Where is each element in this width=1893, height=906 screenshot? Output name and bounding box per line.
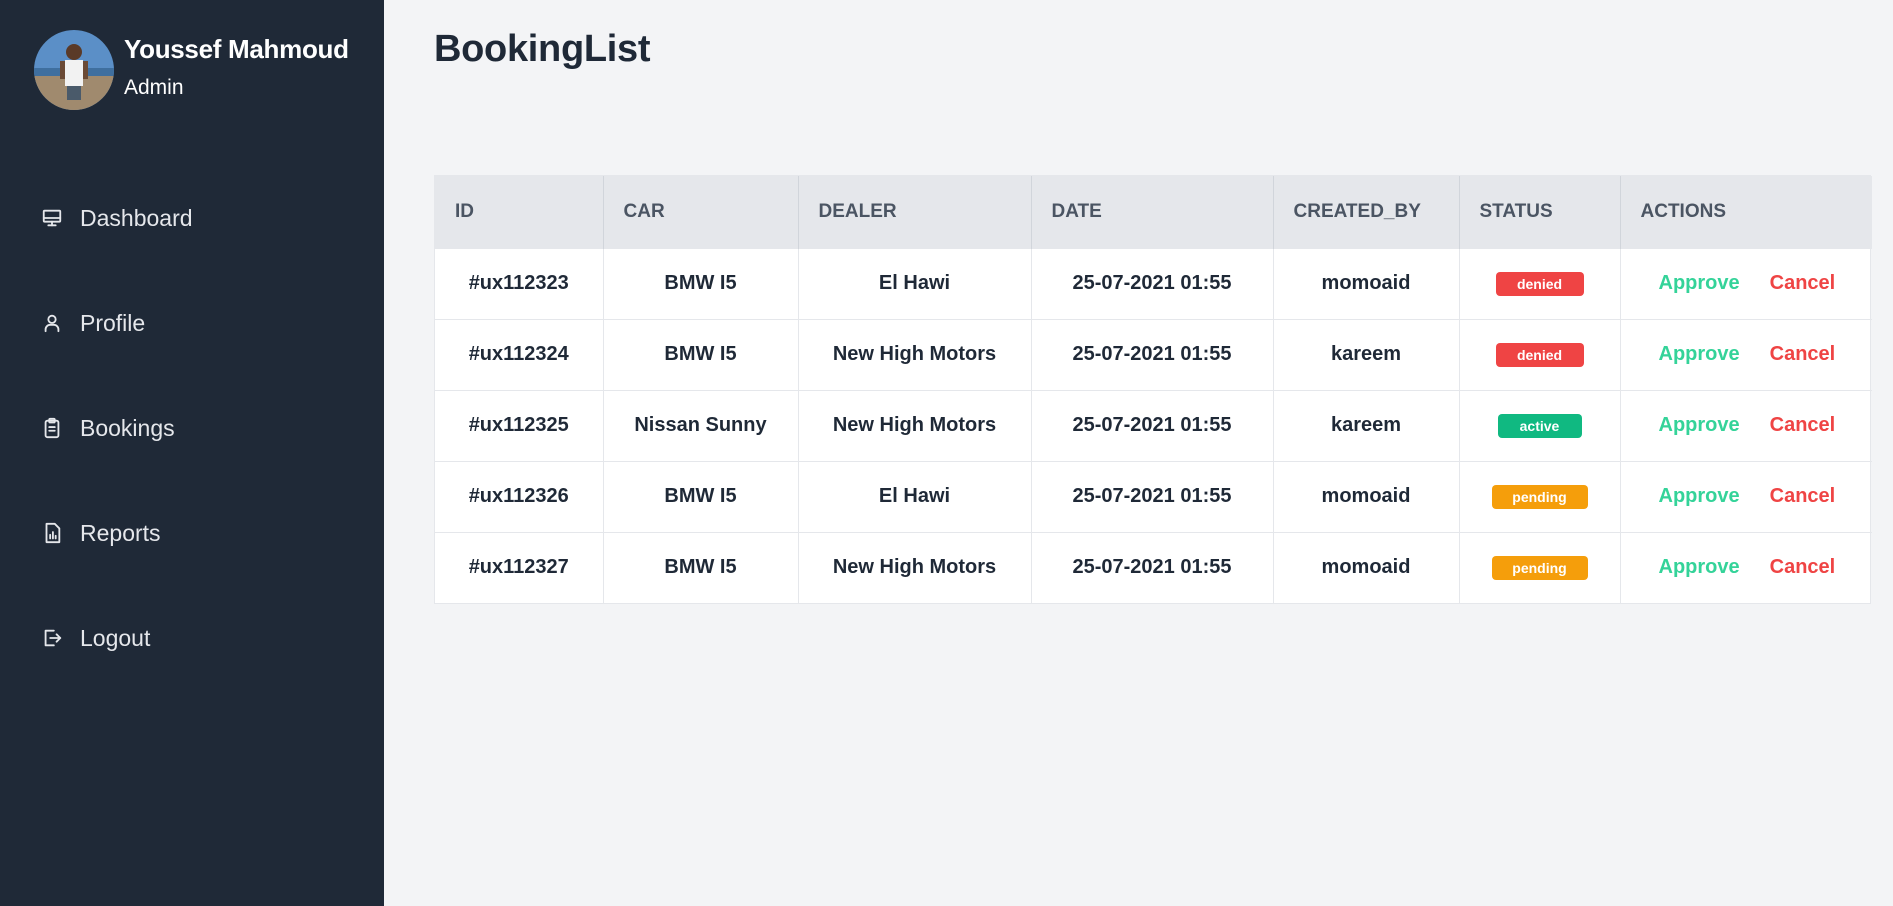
table-row: #ux112324 BMW I5 New High Motors 25-07-2… — [435, 319, 1872, 390]
cancel-button[interactable]: Cancel — [1770, 485, 1836, 507]
cell-car: BMW I5 — [603, 532, 799, 603]
cell-actions: Approve Cancel — [1620, 248, 1872, 319]
cell-created-by: momoaid — [1273, 248, 1460, 319]
sidebar-item-bookings[interactable]: Bookings — [40, 403, 360, 453]
user-role: Admin — [124, 76, 184, 99]
column-header-car[interactable]: CAR — [603, 176, 799, 248]
column-header-status[interactable]: STATUS — [1459, 176, 1621, 248]
approve-button[interactable]: Approve — [1659, 414, 1740, 436]
cell-car: BMW I5 — [603, 248, 799, 319]
column-header-date[interactable]: DATE — [1031, 176, 1274, 248]
sidebar-item-label: Bookings — [80, 414, 175, 441]
approve-button[interactable]: Approve — [1659, 272, 1740, 294]
table-row: #ux112323 BMW I5 El Hawi 25-07-2021 01:5… — [435, 248, 1872, 319]
status-badge: pending — [1491, 555, 1588, 580]
cell-dealer: El Hawi — [798, 248, 1032, 319]
cell-actions: Approve Cancel — [1620, 319, 1872, 390]
logout-icon — [40, 626, 64, 650]
sidebar-item-reports[interactable]: Reports — [40, 508, 360, 558]
sidebar-item-label: Reports — [80, 519, 161, 546]
column-header-actions: ACTIONS — [1640, 200, 1727, 222]
cell-actions: Approve Cancel — [1620, 390, 1872, 461]
table-row: #ux112327 BMW I5 New High Motors 25-07-2… — [435, 532, 1872, 603]
cell-id: #ux112326 — [435, 461, 604, 532]
status-badge: active — [1497, 413, 1582, 438]
bookings-table: ID CAR DEALER DATE CREATED_BY STATUS ACT… — [434, 175, 1872, 604]
column-header-created-by[interactable]: CREATED_BY — [1273, 176, 1460, 248]
cell-date: 25-07-2021 01:55 — [1031, 248, 1274, 319]
cell-date: 25-07-2021 01:55 — [1031, 390, 1274, 461]
cell-car: BMW I5 — [603, 461, 799, 532]
cancel-button[interactable]: Cancel — [1770, 272, 1836, 294]
sidebar-item-label: Logout — [80, 624, 151, 651]
cancel-button[interactable]: Cancel — [1770, 414, 1836, 436]
status-badge: pending — [1491, 484, 1588, 509]
approve-button[interactable]: Approve — [1659, 485, 1740, 507]
cell-dealer: El Hawi — [798, 461, 1032, 532]
cell-id: #ux112324 — [435, 319, 604, 390]
approve-button[interactable]: Approve — [1659, 343, 1740, 365]
cell-created-by: momoaid — [1273, 532, 1460, 603]
user-icon — [40, 311, 64, 335]
clipboard-icon — [40, 416, 64, 440]
sidebar: Youssef Mahmoud Admin Dashboard Profile … — [0, 0, 384, 906]
approve-button[interactable]: Approve — [1659, 556, 1740, 578]
status-badge: denied — [1495, 271, 1584, 296]
cell-dealer: New High Motors — [798, 532, 1032, 603]
cell-status: pending — [1459, 461, 1621, 532]
cancel-button[interactable]: Cancel — [1770, 343, 1836, 365]
user-name: Youssef Mahmoud — [124, 34, 349, 64]
sidebar-item-profile[interactable]: Profile — [40, 298, 360, 348]
cell-actions: Approve Cancel — [1620, 461, 1872, 532]
cell-date: 25-07-2021 01:55 — [1031, 319, 1274, 390]
avatar[interactable] — [34, 30, 114, 110]
status-badge: denied — [1495, 342, 1584, 367]
sidebar-item-dashboard[interactable]: Dashboard — [40, 193, 360, 243]
table-row: #ux112326 BMW I5 El Hawi 25-07-2021 01:5… — [435, 461, 1872, 532]
cell-car: BMW I5 — [603, 319, 799, 390]
report-icon — [40, 521, 64, 545]
page-title: BookingList — [434, 28, 651, 70]
table-header-row: ID CAR DEALER DATE CREATED_BY STATUS ACT… — [435, 176, 1872, 248]
cell-dealer: New High Motors — [798, 390, 1032, 461]
cell-created-by: kareem — [1273, 390, 1460, 461]
cell-created-by: momoaid — [1273, 461, 1460, 532]
sidebar-item-logout[interactable]: Logout — [40, 613, 360, 663]
cell-id: #ux112323 — [435, 248, 604, 319]
cell-date: 25-07-2021 01:55 — [1031, 532, 1274, 603]
cell-car: Nissan Sunny — [603, 390, 799, 461]
sidebar-item-label: Profile — [80, 309, 146, 336]
cell-date: 25-07-2021 01:55 — [1031, 461, 1274, 532]
column-header-dealer[interactable]: DEALER — [798, 176, 1032, 248]
cell-status: denied — [1459, 319, 1621, 390]
monitor-icon — [40, 206, 64, 230]
cell-id: #ux112325 — [435, 390, 604, 461]
cell-status: active — [1459, 390, 1621, 461]
cell-status: pending — [1459, 532, 1621, 603]
table-row: #ux112325 Nissan Sunny New High Motors 2… — [435, 390, 1872, 461]
cell-dealer: New High Motors — [798, 319, 1032, 390]
cell-created-by: kareem — [1273, 319, 1460, 390]
main-content: BookingList ID CAR DEALER DATE CREATED_B… — [384, 0, 1893, 906]
cell-actions: Approve Cancel — [1620, 532, 1872, 603]
sidebar-nav: Dashboard Profile Bookings Reports Logou… — [40, 193, 360, 718]
cancel-button[interactable]: Cancel — [1770, 556, 1836, 578]
cell-status: denied — [1459, 248, 1621, 319]
cell-id: #ux112327 — [435, 532, 604, 603]
sidebar-item-label: Dashboard — [80, 204, 193, 231]
column-header-id[interactable]: ID — [435, 176, 604, 248]
user-profile: Youssef Mahmoud Admin — [34, 30, 349, 110]
